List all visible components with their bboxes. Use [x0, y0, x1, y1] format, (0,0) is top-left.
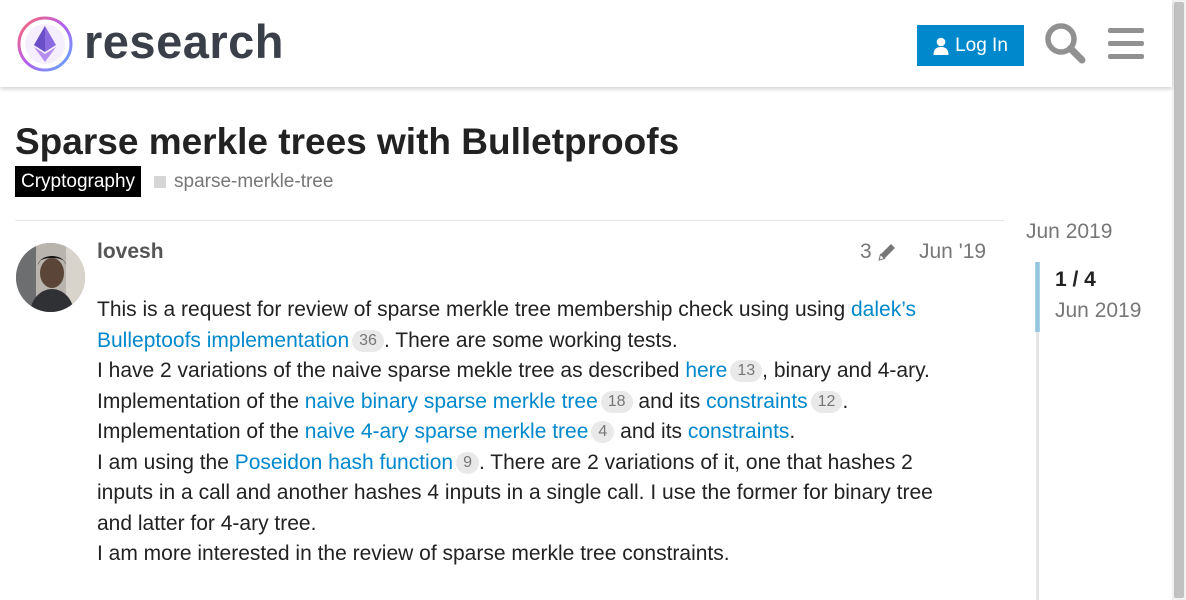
post-line: I am more interested in the review of sp…: [97, 539, 987, 570]
tag-square-icon: [154, 175, 166, 188]
login-button-label: Log In: [955, 34, 1008, 56]
post-date[interactable]: Jun '19: [919, 240, 986, 264]
timeline-position: 1 / 4: [1055, 268, 1096, 291]
post-text: and latter for 4-ary tree.: [97, 511, 317, 535]
post-link[interactable]: naive 4-ary sparse merkle tree: [305, 420, 589, 443]
topic-title[interactable]: Sparse merkle trees with Bulletproofs: [15, 120, 679, 164]
link-click-count: 12: [810, 390, 843, 413]
post-line: and latter for 4-ary tree.: [97, 509, 987, 540]
post-text: I am using the: [97, 450, 235, 474]
post-text: .: [789, 420, 796, 443]
site-header: research Log In: [0, 0, 1172, 87]
edit-count: 3: [860, 240, 872, 263]
post-line: I am using the Poseidon hash function 9. …: [97, 448, 987, 479]
post-text: . There are some working tests.: [383, 328, 678, 352]
edit-history-button[interactable]: 3: [860, 240, 898, 264]
post-text: Implementation of the: [97, 389, 305, 413]
link-click-count: 18: [600, 390, 633, 413]
post-text: inputs in a call and another hashes 4 in…: [97, 481, 933, 504]
post-text: and its: [614, 420, 688, 443]
post-body: This is a request for review of sparse m…: [97, 295, 987, 570]
post-line: Implementation of the naive 4-ary sparse…: [97, 417, 987, 448]
site-logo-text[interactable]: research: [84, 14, 284, 70]
post-author[interactable]: lovesh: [97, 240, 164, 264]
avatar[interactable]: [16, 243, 85, 312]
post-text: , binary and 4-ary.: [762, 359, 930, 382]
post-line: Bulleptoofs implementation 36. There are …: [97, 326, 987, 357]
post-link[interactable]: naive binary sparse merkle tree: [305, 390, 598, 413]
tag-label: sparse-merkle-tree: [174, 171, 334, 192]
post-link[interactable]: Bulleptoofs implementation: [97, 329, 349, 352]
login-button[interactable]: Log In: [917, 25, 1024, 66]
timeline-handle[interactable]: [1035, 262, 1040, 332]
post-text: and its: [632, 389, 707, 413]
user-icon: [933, 37, 949, 55]
post-text: Implementation of the: [97, 420, 305, 443]
post-line: inputs in a call and another hashes 4 in…: [97, 478, 987, 509]
post-text: .: [842, 389, 849, 413]
post-text: I have 2 variations of the naive sparse …: [97, 359, 686, 382]
link-click-count: 36: [352, 329, 384, 352]
search-icon[interactable]: [1044, 22, 1086, 64]
post-link[interactable]: dalek’s: [851, 298, 916, 321]
post-link[interactable]: constraints: [688, 420, 790, 443]
page-scrollbar[interactable]: [1172, 0, 1186, 600]
research-logo-icon[interactable]: [16, 15, 74, 73]
timeline-position-date: Jun 2019: [1055, 299, 1142, 322]
link-click-count: 13: [730, 360, 763, 382]
post-link[interactable]: constraints: [706, 390, 808, 413]
post-link[interactable]: Poseidon hash function: [235, 451, 453, 474]
link-click-count: 4: [591, 421, 615, 443]
pencil-icon: [877, 244, 895, 261]
post-line: I have 2 variations of the naive sparse …: [97, 356, 987, 387]
topic-tag[interactable]: sparse-merkle-tree: [154, 166, 333, 197]
topic-divider: [15, 220, 1004, 221]
timeline-start-date[interactable]: Jun 2019: [1026, 220, 1112, 244]
hamburger-menu-icon[interactable]: [1106, 24, 1146, 64]
post-text: . There are 2 variations of it, one that…: [478, 450, 913, 474]
post-text: This is a request for review of sparse m…: [97, 298, 851, 321]
category-badge[interactable]: Cryptography: [15, 166, 142, 197]
post-text: I am more interested in the review of sp…: [97, 542, 730, 565]
post-link[interactable]: here: [685, 359, 727, 382]
scrollbar-thumb[interactable]: [1174, 2, 1184, 598]
post-line: This is a request for review of sparse m…: [97, 295, 987, 326]
post-line: Implementation of the naive binary spars…: [97, 387, 987, 418]
link-click-count: 9: [456, 451, 479, 474]
